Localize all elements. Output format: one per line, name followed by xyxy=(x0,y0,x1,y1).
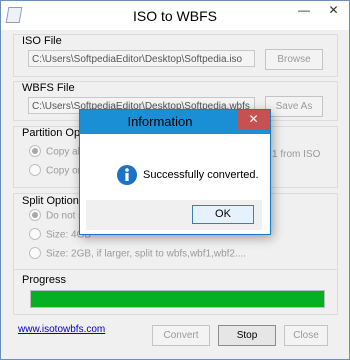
dialog-title: Information xyxy=(127,114,193,129)
website-link[interactable]: www.isotowbfs.com xyxy=(18,324,105,335)
information-icon xyxy=(117,165,137,185)
close-button[interactable]: Close xyxy=(284,325,328,346)
radio-button[interactable] xyxy=(29,145,41,157)
split-option-2gb[interactable]: Size: 2GB, if larger, split to wbfs,wbf1… xyxy=(29,247,247,262)
save-as-button[interactable]: Save As xyxy=(265,96,323,117)
radio-button[interactable] xyxy=(29,247,41,259)
wbfs-file-label: WBFS File xyxy=(22,82,75,94)
progress-bar xyxy=(30,290,325,308)
split-options-label: Split Options xyxy=(22,195,85,207)
iso-file-path-field[interactable]: C:\Users\SoftpediaEditor\Desktop\Softped… xyxy=(28,50,255,67)
progress-label: Progress xyxy=(22,274,67,286)
ok-button[interactable]: OK xyxy=(192,205,254,224)
radio-button[interactable] xyxy=(29,164,41,176)
radio-button[interactable] xyxy=(29,209,41,221)
iso-file-label: ISO File xyxy=(22,35,62,47)
partition-option-copy-all-suffix: 1 from ISO xyxy=(272,149,320,163)
radio-label: Size: 2GB, if larger, split to wbfs,wbf1… xyxy=(46,248,247,260)
convert-button[interactable]: Convert xyxy=(152,325,210,346)
dialog-body: Successfully converted. xyxy=(86,134,262,200)
dialog-title-bar: Information ✕ xyxy=(80,110,270,134)
title-bar: ISO to WBFS — ✕ xyxy=(1,1,349,30)
radio-label-suffix: 1 from ISO xyxy=(272,149,321,160)
minimize-button[interactable]: — xyxy=(291,1,317,21)
close-window-button[interactable]: ✕ xyxy=(319,1,348,21)
radio-button[interactable] xyxy=(29,228,41,240)
browse-button[interactable]: Browse xyxy=(265,49,323,70)
dialog-close-button[interactable]: ✕ xyxy=(238,110,269,129)
stop-button[interactable]: Stop xyxy=(218,325,276,346)
information-dialog: Information ✕ Successfully converted. OK xyxy=(79,109,271,235)
dialog-message: Successfully converted. xyxy=(143,169,259,181)
progress-fill xyxy=(31,291,324,307)
dialog-footer: OK xyxy=(86,200,262,230)
